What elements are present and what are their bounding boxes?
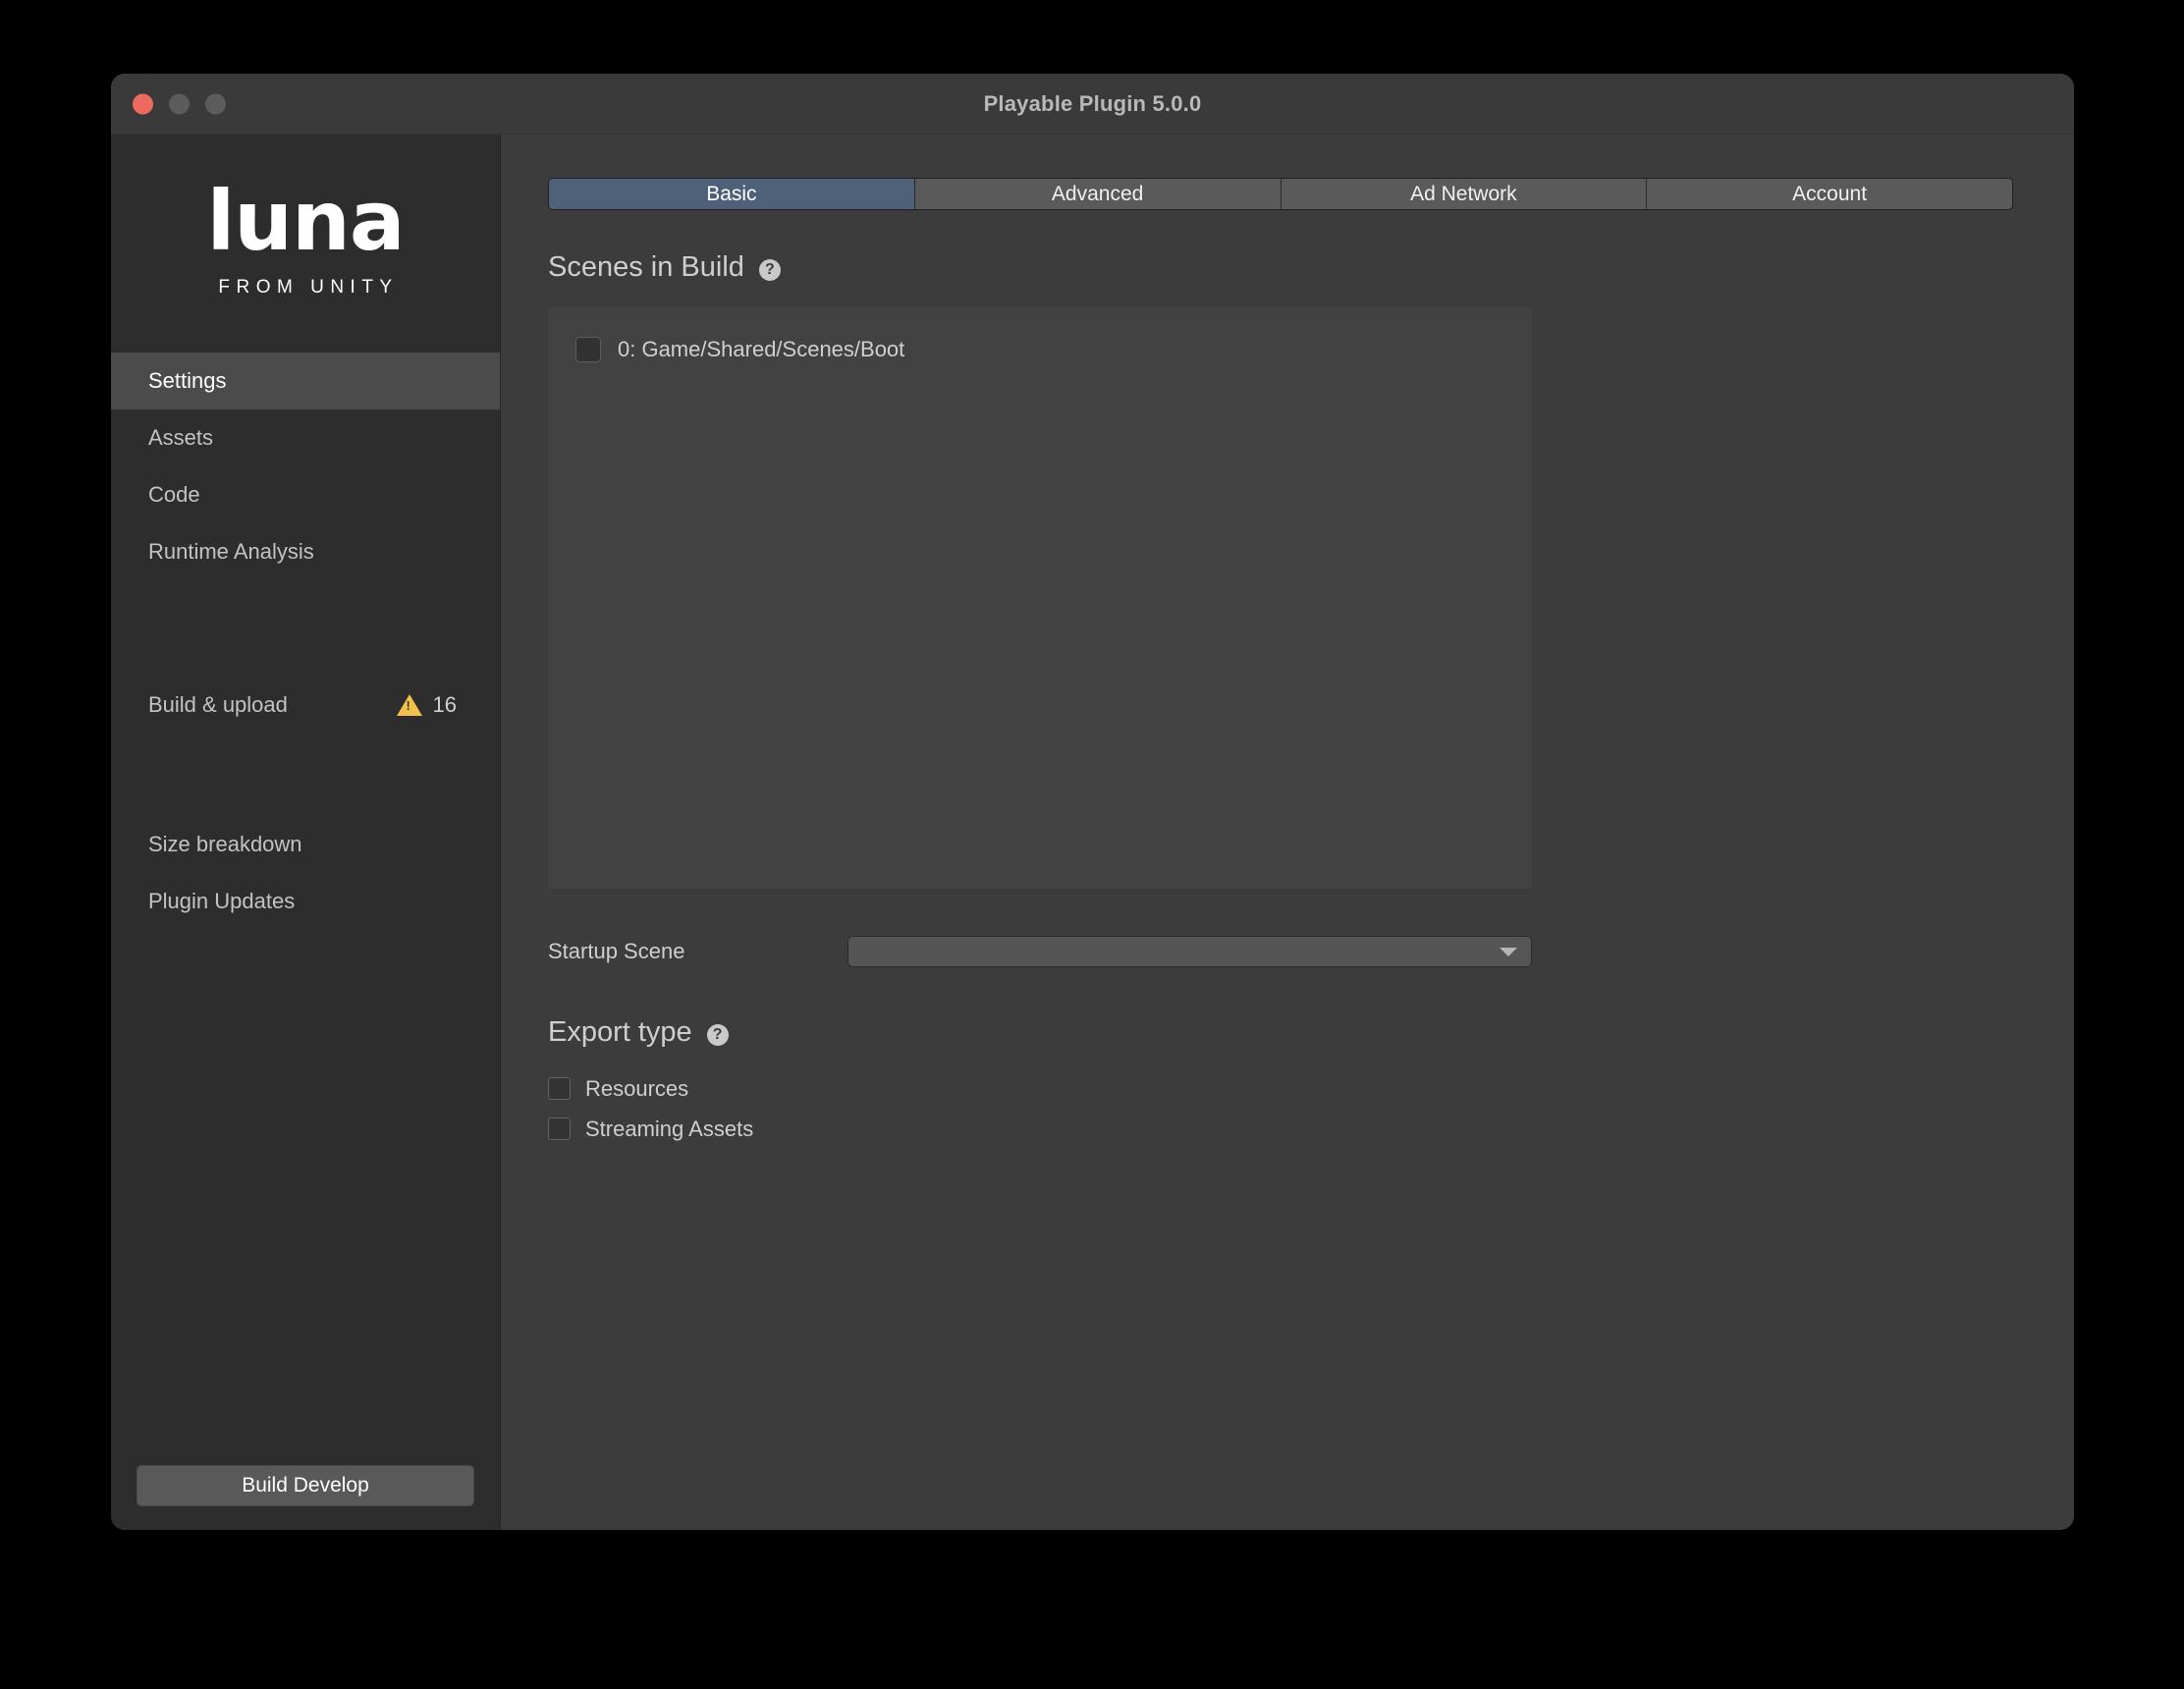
- help-icon[interactable]: ?: [758, 258, 781, 281]
- sidebar-item-label: Plugin Updates: [148, 889, 296, 913]
- tab-label: Ad Network: [1410, 182, 1517, 205]
- application-window: Playable Plugin 5.0.0 Luna FROM UNITY Se…: [111, 74, 2074, 1530]
- sidebar-item-build-upload[interactable]: Build & upload 16: [111, 677, 500, 734]
- window-title: Playable Plugin 5.0.0: [983, 90, 1202, 116]
- tab-account[interactable]: Account: [1647, 179, 2012, 209]
- option-label: Streaming Assets: [585, 1116, 754, 1141]
- tab-label: Advanced: [1051, 182, 1144, 205]
- resources-checkbox[interactable]: [548, 1077, 571, 1100]
- scenes-list-panel: 0: Game/Shared/Scenes/Boot: [548, 307, 1532, 889]
- build-develop-button[interactable]: Build Develop: [136, 1465, 474, 1506]
- logo-tagline: FROM UNITY: [218, 276, 399, 298]
- sidebar-item-label: Code: [148, 482, 200, 507]
- sidebar-item-code[interactable]: Code: [111, 466, 500, 523]
- sidebar-item-label: Size breakdown: [148, 832, 302, 856]
- luna-logo: Luna FROM UNITY: [111, 135, 500, 353]
- sidebar-item-label: Runtime Analysis: [148, 539, 314, 564]
- startup-scene-dropdown[interactable]: [847, 936, 1532, 967]
- sidebar-item-label: Settings: [148, 368, 227, 393]
- sidebar-item-label: Build & upload: [148, 692, 288, 717]
- main-content: Basic Advanced Ad Network Account Scenes…: [501, 135, 2074, 1530]
- sidebar-item-label: Assets: [148, 425, 214, 450]
- help-icon[interactable]: ?: [706, 1023, 729, 1046]
- tab-ad-network[interactable]: Ad Network: [1281, 179, 1648, 209]
- streaming-assets-checkbox[interactable]: [548, 1117, 571, 1140]
- sidebar-divider-gap: [111, 580, 500, 677]
- tab-bar: Basic Advanced Ad Network Account: [548, 178, 2013, 210]
- build-warning-badge: 16: [396, 692, 457, 718]
- section-title: Export type: [548, 1016, 692, 1048]
- tab-label: Basic: [706, 182, 757, 205]
- startup-scene-label: Startup Scene: [548, 939, 685, 963]
- title-bar: Playable Plugin 5.0.0: [111, 74, 2074, 135]
- export-option-resources[interactable]: Resources: [548, 1068, 2027, 1109]
- tab-advanced[interactable]: Advanced: [914, 179, 1282, 209]
- section-title: Scenes in Build: [548, 251, 744, 283]
- scene-checkbox[interactable]: [575, 337, 601, 362]
- sidebar-item-plugin-updates[interactable]: Plugin Updates: [111, 873, 500, 930]
- warning-triangle-icon: [396, 694, 422, 716]
- scene-label: 0: Game/Shared/Scenes/Boot: [618, 337, 905, 361]
- export-type-options: Resources Streaming Assets: [548, 1068, 2027, 1149]
- warning-count: 16: [432, 692, 457, 717]
- tab-basic[interactable]: Basic: [549, 179, 915, 209]
- sidebar-item-settings[interactable]: Settings: [111, 353, 500, 409]
- build-develop-label: Build Develop: [242, 1474, 369, 1497]
- tab-label: Account: [1792, 182, 1868, 205]
- sidebar-divider-gap: [111, 734, 500, 816]
- export-option-streaming-assets[interactable]: Streaming Assets: [548, 1109, 2027, 1149]
- startup-scene-row: Startup Scene: [548, 936, 1532, 967]
- logo-wordmark: Luna: [206, 173, 405, 270]
- scene-list-item[interactable]: 0: Game/Shared/Scenes/Boot: [575, 335, 1532, 364]
- chevron-down-icon: [1500, 947, 1517, 956]
- scenes-in-build-heading: Scenes in Build ?: [548, 251, 2027, 284]
- export-type-heading: Export type ?: [548, 1016, 2027, 1049]
- sidebar-item-assets[interactable]: Assets: [111, 409, 500, 466]
- sidebar: Luna FROM UNITY Settings Assets Code Run…: [111, 135, 501, 1530]
- sidebar-item-size-breakdown[interactable]: Size breakdown: [111, 816, 500, 873]
- window-body: Luna FROM UNITY Settings Assets Code Run…: [111, 135, 2074, 1530]
- sidebar-item-runtime-analysis[interactable]: Runtime Analysis: [111, 523, 500, 580]
- option-label: Resources: [585, 1075, 689, 1101]
